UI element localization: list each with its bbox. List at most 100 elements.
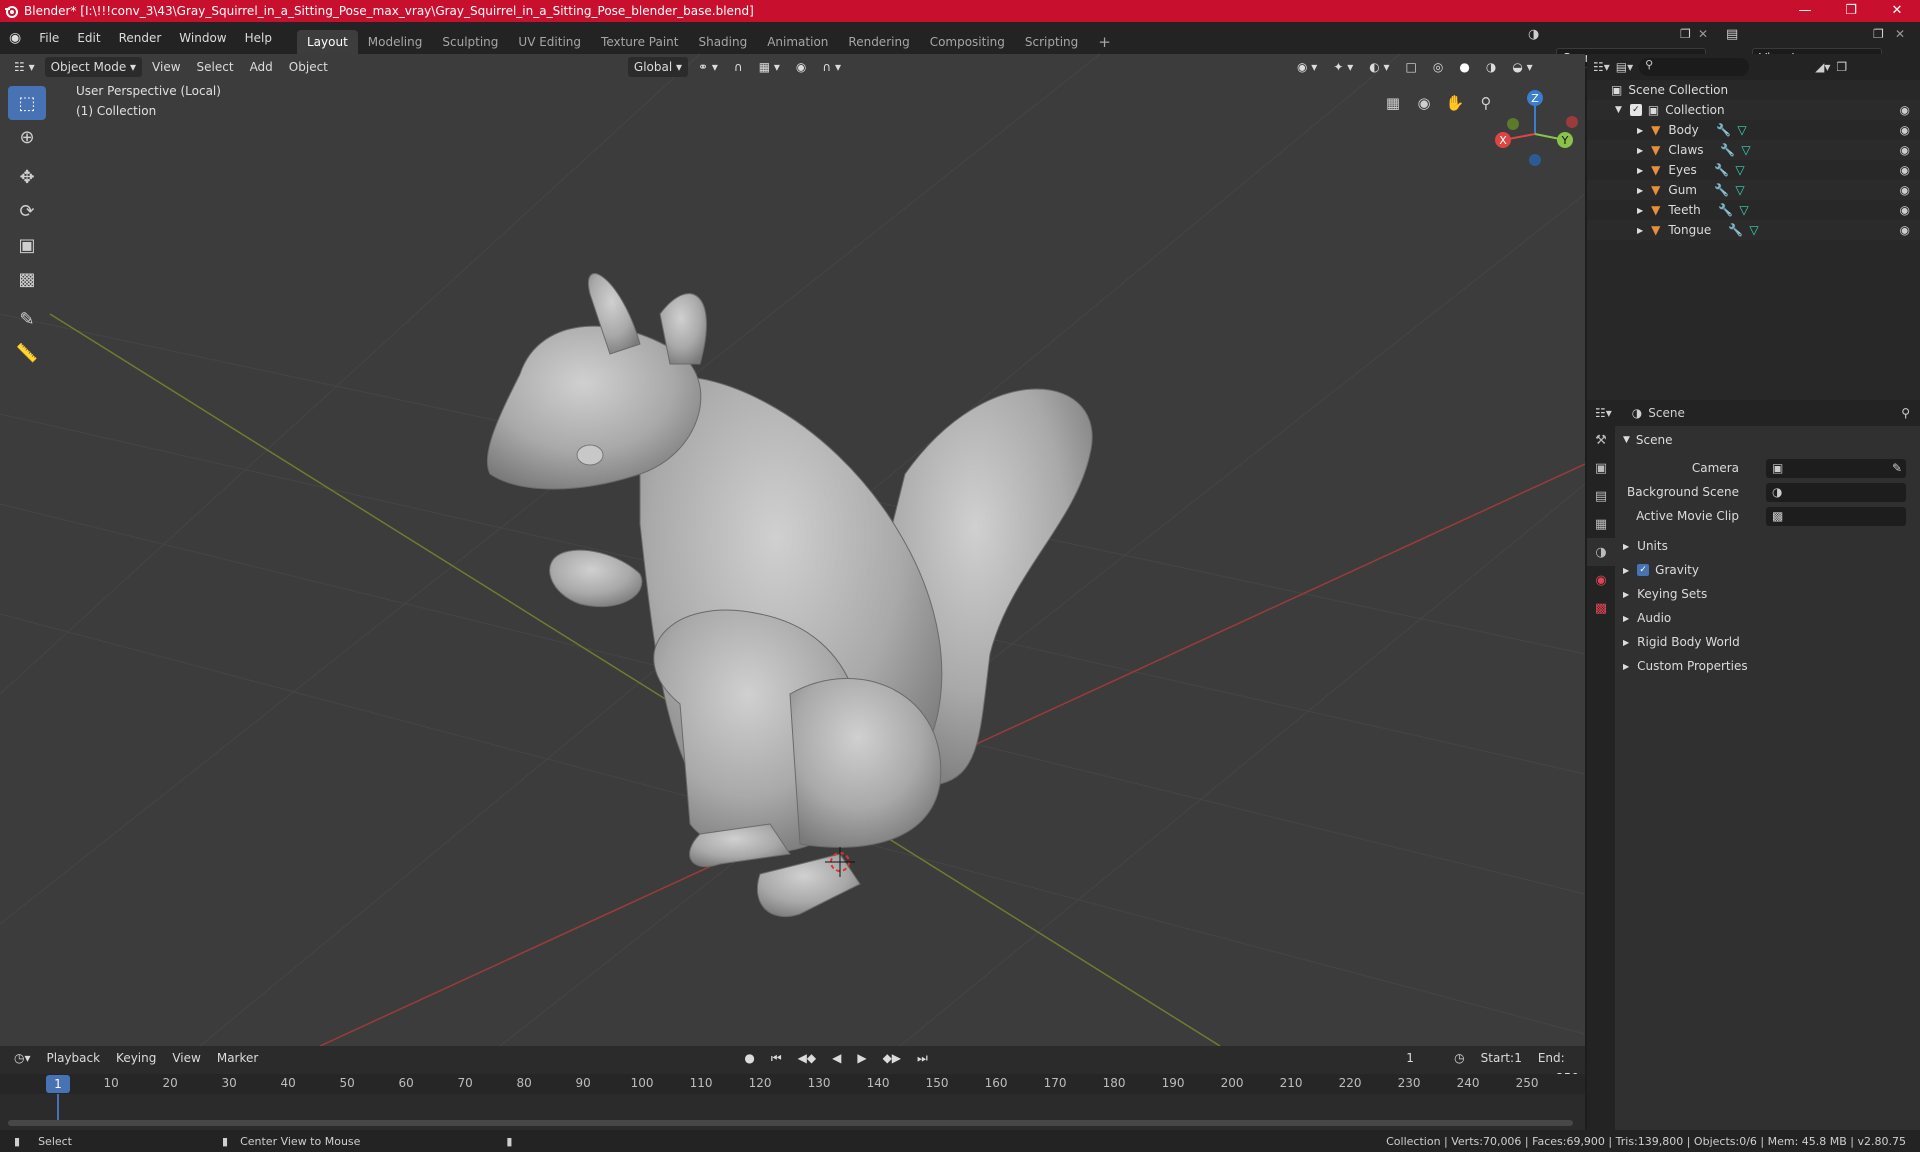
toggle-camera-view-icon[interactable]: ▦: [1380, 90, 1406, 116]
modifier-wrench-icon[interactable]: 🔧: [1718, 203, 1733, 217]
output-tab-icon[interactable]: ▤: [1587, 482, 1615, 510]
expand-arrow-icon[interactable]: ▶: [1623, 590, 1629, 599]
modifier-wrench-icon[interactable]: 🔧: [1720, 143, 1735, 157]
section-audio[interactable]: ▶ Audio: [1617, 606, 1916, 630]
tab-modeling[interactable]: Modeling: [358, 30, 433, 54]
expand-arrow-icon[interactable]: ▶: [1623, 566, 1629, 575]
eyedropper-icon[interactable]: ✎: [1892, 461, 1902, 475]
falloff-icon[interactable]: ∩ ▾: [816, 57, 847, 77]
tab-sculpting[interactable]: Sculpting: [432, 30, 508, 54]
eye-icon[interactable]: ◉: [1900, 163, 1910, 177]
timeline-editor-icon[interactable]: ◷▾: [8, 1048, 37, 1068]
shading-material-icon[interactable]: ◑: [1480, 57, 1502, 77]
play-icon[interactable]: ▶: [851, 1048, 872, 1068]
expand-arrow-icon[interactable]: ▶: [1637, 126, 1643, 135]
remove-view-layer-icon[interactable]: ✕: [1895, 27, 1905, 41]
jump-end-icon[interactable]: ⏭: [911, 1048, 934, 1068]
expand-arrow-icon[interactable]: ▶: [1623, 662, 1629, 671]
expand-arrow-icon[interactable]: ▼: [1615, 105, 1622, 115]
prev-keyframe-icon[interactable]: ◀◆: [792, 1048, 822, 1068]
select-box-tool-icon[interactable]: ⬚: [8, 86, 46, 120]
eye-icon[interactable]: ◉: [1900, 123, 1910, 137]
texture-tab-icon[interactable]: ▩: [1587, 594, 1615, 622]
eye-icon[interactable]: ◉: [1900, 143, 1910, 157]
editor-type-icon[interactable]: ☷ ▾: [8, 57, 41, 77]
render-tab-icon[interactable]: ▣: [1587, 454, 1615, 482]
scene-tab-icon[interactable]: ◑: [1587, 538, 1615, 566]
eye-icon[interactable]: ◉: [1900, 223, 1910, 237]
remove-scene-icon[interactable]: ✕: [1698, 27, 1708, 41]
scene-collection-row[interactable]: ▣ Scene Collection: [1587, 80, 1920, 100]
tab-uv-editing[interactable]: UV Editing: [508, 30, 591, 54]
collection-row[interactable]: ▼ ✓ ▣ Collection ◉: [1587, 100, 1920, 120]
rotate-tool-icon[interactable]: ⟳: [8, 194, 46, 228]
expand-arrow-icon[interactable]: ▶: [1637, 166, 1643, 175]
gravity-checkbox[interactable]: ✓: [1637, 564, 1650, 576]
tool-tab-icon[interactable]: ⚒: [1587, 426, 1615, 454]
jump-start-icon[interactable]: ⏮: [765, 1048, 788, 1068]
next-keyframe-icon[interactable]: ◆▶: [877, 1048, 907, 1068]
modifier-wrench-icon[interactable]: 🔧: [1728, 223, 1743, 237]
list-item[interactable]: ▶ ▼ Tongue 🔧 ▽ ◉: [1587, 220, 1920, 240]
display-mode-icon[interactable]: ▤▾: [1616, 60, 1633, 74]
snap-magnet-icon[interactable]: ∩: [728, 57, 749, 77]
transform-tool-icon[interactable]: ▩: [8, 262, 46, 296]
menu-help[interactable]: Help: [236, 31, 281, 45]
maximize-button[interactable]: ❐: [1828, 0, 1874, 22]
pin-icon[interactable]: ⚲: [1901, 406, 1910, 420]
marker-menu[interactable]: Marker: [211, 1048, 264, 1068]
eye-icon[interactable]: ◉: [1900, 203, 1910, 217]
scene-panel-header[interactable]: ▼ Scene: [1617, 428, 1916, 452]
overlay-toggle-icon[interactable]: ◐ ▾: [1363, 57, 1395, 77]
menu-render[interactable]: Render: [110, 31, 171, 45]
cursor-tool-icon[interactable]: ⊕: [8, 120, 46, 154]
current-frame-marker[interactable]: 1: [46, 1075, 70, 1093]
proportional-edit-icon[interactable]: ◉: [790, 57, 812, 77]
pan-hand-icon[interactable]: ✋: [1442, 90, 1468, 116]
section-keying-sets[interactable]: ▶ Keying Sets: [1617, 582, 1916, 606]
annotate-tool-icon[interactable]: ✎: [8, 302, 46, 336]
tab-scripting[interactable]: Scripting: [1015, 30, 1088, 54]
navigation-gizmo[interactable]: Z X Y: [1490, 82, 1580, 172]
menu-edit[interactable]: Edit: [68, 31, 109, 45]
move-tool-icon[interactable]: ✥: [8, 160, 46, 194]
new-view-layer-icon[interactable]: ❐: [1873, 27, 1884, 41]
view-layer-tab-icon[interactable]: ▦: [1587, 510, 1615, 538]
tab-rendering[interactable]: Rendering: [838, 30, 919, 54]
tab-shading[interactable]: Shading: [688, 30, 757, 54]
modifier-wrench-icon[interactable]: 🔧: [1714, 163, 1729, 177]
outliner-search-input[interactable]: ⚲: [1639, 58, 1750, 76]
xray-toggle-icon[interactable]: □: [1400, 57, 1423, 77]
tab-texture-paint[interactable]: Texture Paint: [591, 30, 688, 54]
orientation-dropdown[interactable]: Global ▾: [627, 57, 689, 77]
tab-compositing[interactable]: Compositing: [920, 30, 1015, 54]
expand-arrow-icon[interactable]: ▶: [1623, 614, 1629, 623]
section-units[interactable]: ▶ Units: [1617, 534, 1916, 558]
modifier-wrench-icon[interactable]: 🔧: [1716, 123, 1731, 137]
gizmo-toggle-icon[interactable]: ✦ ▾: [1327, 57, 1359, 77]
list-item[interactable]: ▶ ▼ Claws 🔧 ▽ ◉: [1587, 140, 1920, 160]
expand-arrow-icon[interactable]: ▶: [1637, 186, 1643, 195]
background-scene-field[interactable]: ◑: [1766, 482, 1906, 502]
filter-icon[interactable]: ◢▾: [1815, 60, 1830, 74]
eye-icon[interactable]: ◉: [1900, 183, 1910, 197]
playback-menu[interactable]: Playback ▾: [41, 1048, 107, 1085]
3d-viewport[interactable]: ☷ ▾ Object Mode ▾ View Select Add Object…: [0, 54, 1585, 1046]
menu-object[interactable]: Object: [283, 57, 334, 77]
properties-editor-icon[interactable]: ☷▾: [1595, 406, 1612, 420]
menu-file[interactable]: File: [30, 31, 68, 45]
expand-arrow-icon[interactable]: ▶: [1637, 206, 1643, 215]
view-layer-icon[interactable]: ▤: [1726, 27, 1738, 42]
visibility-icon[interactable]: ◉ ▾: [1291, 57, 1323, 77]
play-reverse-icon[interactable]: ◀: [826, 1048, 847, 1068]
active-clip-field[interactable]: ▩: [1766, 506, 1906, 526]
scene-type-icon[interactable]: ◑: [1528, 27, 1539, 42]
blender-menu-icon[interactable]: ◉: [0, 30, 30, 46]
measure-tool-icon[interactable]: 📏: [8, 336, 46, 370]
section-gravity[interactable]: ▶ ✓ Gravity: [1617, 558, 1916, 582]
menu-add[interactable]: Add: [244, 57, 279, 77]
snap-type-icon[interactable]: ▦ ▾: [753, 57, 786, 77]
shading-solid-icon[interactable]: ●: [1453, 57, 1475, 77]
menu-window[interactable]: Window: [170, 31, 235, 45]
menu-view[interactable]: View: [146, 57, 186, 77]
